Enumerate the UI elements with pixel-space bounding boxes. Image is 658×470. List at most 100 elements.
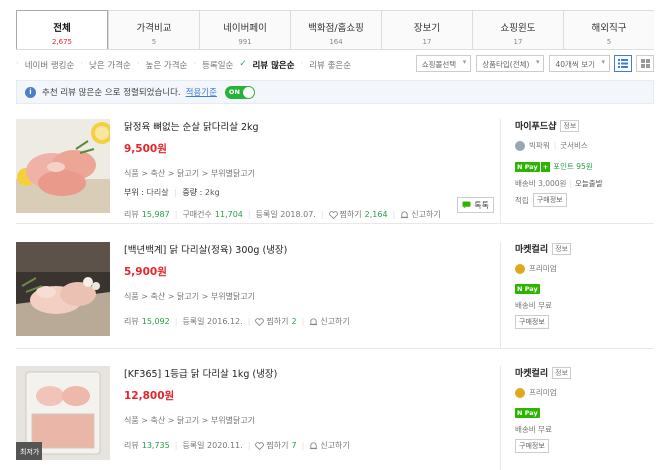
report-label: 신고하기 (411, 210, 441, 219)
product-title[interactable]: [KF365] 1등급 닭 다리살 1kg (냉장) (124, 366, 494, 380)
report-label: 신고하기 (320, 441, 350, 450)
seller-info: 마켓컬리 정보 프리미엄 N Pay 배송비 무료 구매정보 (500, 242, 654, 348)
npay-point: 포인트 95원 (553, 162, 593, 171)
tab-label: 백화점/홈쇼핑 (308, 23, 364, 34)
review-label: 리뷰 (124, 210, 139, 219)
npay-icon: N Pay (515, 284, 540, 294)
wish-button[interactable]: 찜하기 7 (255, 440, 297, 451)
product-info: [백년백계] 닭 다리살(정육) 300g (냉장) 5,900원 식품 > 축… (124, 242, 494, 327)
product-category[interactable]: 식품 > 축산 > 닭고기 > 부위별닭고기 (124, 291, 494, 302)
sort-naver-ranking[interactable]: 네이버 랭킹순 (25, 59, 75, 71)
page-size-dropdown[interactable]: 40개씩 보기 (549, 55, 610, 72)
report-button[interactable]: 신고하기 (400, 209, 441, 220)
product-price: 9,500원 (124, 143, 167, 155)
review-count[interactable]: 15,987 (142, 210, 170, 219)
tab-count: 991 (238, 38, 252, 46)
sort-bullet: · (16, 59, 19, 69)
product-info: 닭정육 뼈없는 순살 닭다리살 2kg 9,500원 식품 > 축산 > 닭고기… (124, 119, 494, 220)
siren-icon (310, 442, 318, 450)
report-button[interactable]: 신고하기 (309, 316, 350, 327)
chat-icon (462, 201, 471, 209)
grid-view-button[interactable] (636, 55, 654, 72)
product-title[interactable]: [백년백계] 닭 다리살(정육) 300g (냉장) (124, 242, 494, 256)
sort-options: · 네이버 랭킹순 · 낮은 가격순 · 높은 가격순 · 등록일순 ✓ 리뷰 많은순 ·… (16, 59, 357, 71)
wish-button[interactable]: 찜하기 2 (255, 316, 297, 327)
extra-info: 적립 구매정보 (515, 193, 654, 207)
talktalk-button[interactable]: 톡톡 (457, 197, 494, 213)
list-view-button[interactable] (614, 55, 632, 72)
tab-count: 17 (513, 38, 523, 46)
product-category[interactable]: 식품 > 축산 > 닭고기 > 부위별닭고기 (124, 168, 494, 179)
lowest-price-badge: 최저가 (20, 448, 40, 456)
mall-name[interactable]: 마켓컬리 정보 (515, 366, 654, 379)
review-count[interactable]: 15,092 (142, 317, 170, 326)
product-info: [KF365] 1등급 닭 다리살 1kg (냉장) 12,800원 식품 > … (124, 366, 494, 451)
mall-info-badge[interactable]: 정보 (552, 366, 572, 379)
tab-count: 5 (151, 38, 157, 46)
product-thumbnail[interactable] (16, 119, 110, 213)
shipping-info: 배송비 무료 (515, 425, 552, 434)
recommend-toggle[interactable]: ON (224, 85, 255, 99)
sort-bullet: · (80, 59, 84, 69)
mall-name[interactable]: 마켓컬리 정보 (515, 242, 654, 255)
product-meta: 리뷰 15,987 | 구매건수 11,704 | 등록일 2018.07. | 찜… (124, 209, 441, 220)
product-title[interactable]: 닭정육 뼈없는 순살 닭다리살 2kg (124, 119, 494, 133)
product-meta: 리뷰 15,092 | 등록일 2016.12. | 찜하기 2 | 신고하기 (124, 316, 350, 327)
category-tabs: 전체 2,675 가격비교 5 네이버페이 991 백화점/홈쇼핑 164 장보기 17 … (16, 10, 654, 50)
mall-info-badge[interactable]: 정보 (552, 242, 572, 255)
wish-label: 찜하기 (339, 210, 362, 219)
filter-controls: 쇼핑몰선택 상품타입(전체) 40개씩 보기 (411, 55, 654, 72)
sort-high-price[interactable]: 높은 가격순 (146, 59, 188, 71)
npay-icon: N Pay (515, 408, 540, 418)
grade-label: 프리미엄 (529, 264, 557, 273)
sort-date[interactable]: 등록일순 (202, 59, 233, 71)
criteria-link[interactable]: 적용기준 (186, 86, 217, 98)
grade-label-2: 굿서비스 (560, 141, 588, 150)
tab-overseas[interactable]: 해외직구 5 (563, 11, 654, 49)
product-type-dropdown[interactable]: 상품타입(전체) (476, 55, 545, 72)
product-spec: 부위 : 다리살 | 중량 : 2kg (124, 188, 220, 197)
tab-all[interactable]: 전체 2,675 (16, 10, 108, 49)
review-count[interactable]: 13,735 (142, 441, 170, 450)
wish-label: 찜하기 (266, 441, 289, 450)
tab-count: 164 (329, 38, 343, 46)
mall-name[interactable]: 마이푸드샵 정보 (515, 119, 654, 132)
tab-department-store[interactable]: 백화점/홈쇼핑 164 (290, 11, 381, 49)
purchase-label: 구매건수 (182, 210, 212, 219)
wish-button[interactable]: 찜하기 2,164 (328, 209, 388, 220)
mall-info-badge[interactable]: 정보 (560, 119, 580, 132)
sort-best-reviews[interactable]: 리뷰 좋은순 (309, 59, 351, 71)
report-button[interactable]: 신고하기 (309, 440, 350, 451)
shipping-info: 배송비 3,000원 | 오늘출발 (515, 179, 603, 188)
seller-grade: 프리미엄 (515, 387, 654, 398)
heart-icon (255, 441, 265, 450)
shop-select-dropdown[interactable]: 쇼핑몰선택 (415, 55, 472, 72)
purchase-info-button[interactable]: 구매정보 (515, 439, 549, 453)
medal-icon (515, 387, 525, 398)
talktalk-label: 톡톡 (474, 200, 489, 210)
shipping-fee: 배송비 3,000원 (515, 179, 567, 188)
product-thumbnail[interactable] (16, 242, 110, 336)
tab-shopping-window[interactable]: 쇼핑윈도 17 (472, 11, 563, 49)
tab-grocery[interactable]: 장보기 17 (381, 11, 472, 49)
tab-label: 전체 (53, 23, 71, 34)
tab-naver-pay[interactable]: 네이버페이 991 (199, 11, 290, 49)
plus-icon: + (540, 161, 551, 172)
sort-most-reviews[interactable]: 리뷰 많은순 (252, 59, 294, 71)
info-icon: i (25, 86, 36, 98)
sort-notice-bar: i 추천 리뷰 많은순 으로 정렬되었습니다. 적용기준 ON (16, 80, 654, 104)
sort-bullet: · (193, 59, 197, 69)
sort-low-price[interactable]: 낮은 가격순 (89, 59, 131, 71)
purchase-info-button[interactable]: 구매정보 (532, 193, 567, 207)
heart-icon (328, 210, 338, 219)
siren-icon (310, 318, 318, 326)
tab-price-compare[interactable]: 가격비교 5 (108, 11, 199, 49)
product-thumbnail[interactable]: 최저가 (16, 366, 110, 460)
heart-icon (255, 317, 265, 326)
tab-count: 5 (606, 38, 612, 46)
purchase-info-button[interactable]: 구매정보 (515, 315, 549, 329)
product-category[interactable]: 식품 > 축산 > 닭고기 > 부위별닭고기 (124, 415, 494, 426)
seller-info: 마이푸드샵 정보 빅파워 | 굿서비스 N Pay + 포인트 95원 배송비 3,… (500, 119, 654, 223)
tab-label: 해외직구 (591, 23, 627, 34)
tab-label: 가격비교 (136, 23, 172, 34)
